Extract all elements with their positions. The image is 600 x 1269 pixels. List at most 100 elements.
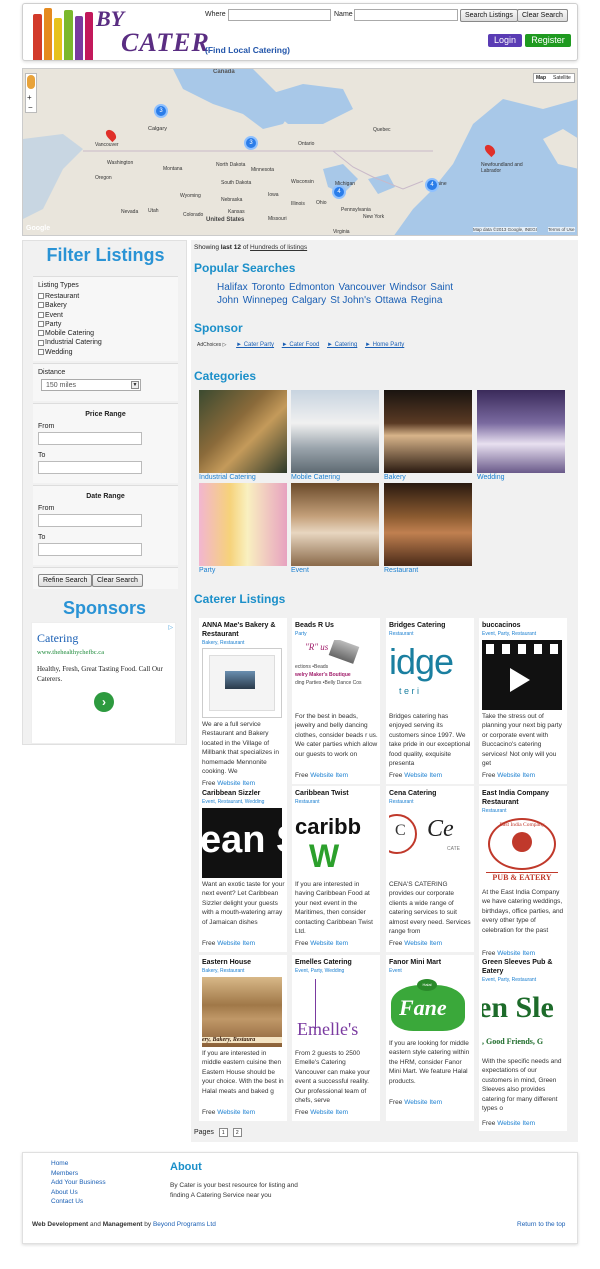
listing-title[interactable]: buccacinos (482, 621, 566, 630)
website-item-link[interactable]: Website Item (497, 1120, 535, 1127)
sponsor-link[interactable]: ► Catering (327, 342, 357, 348)
terms-link[interactable]: Terms of Use (548, 227, 575, 232)
chevron-down-icon[interactable]: ▼ (131, 381, 139, 389)
marker-cluster[interactable]: 3 (244, 136, 258, 150)
ad-url[interactable]: www.thehealthychefbc.ca (37, 649, 104, 656)
website-item-link[interactable]: Website Item (310, 772, 348, 779)
category-tile-restaurant[interactable] (384, 483, 472, 566)
map-type-satellite[interactable]: Satellite (553, 74, 571, 82)
footer-link-home[interactable]: Home (51, 1160, 68, 1167)
map-type-control[interactable]: Map Satellite (533, 73, 575, 83)
sponsor-link[interactable]: ► Cater Food (282, 342, 320, 348)
listing-type-checkbox[interactable]: Restaurant (38, 292, 102, 301)
checkbox-icon[interactable] (38, 348, 44, 355)
listing-title[interactable]: East India Company Restaurant (482, 789, 566, 807)
listing-title[interactable]: Emelles Catering (295, 958, 379, 967)
listing-tags[interactable]: Bakery, Restaurant (202, 968, 244, 974)
adchoices-label[interactable]: AdChoices ▷ (197, 342, 226, 348)
category-label[interactable]: Wedding (477, 474, 505, 481)
category-tile-party[interactable] (199, 483, 287, 566)
listing-title[interactable]: Bridges Catering (389, 621, 473, 630)
listing-tags[interactable]: Party (295, 631, 307, 637)
beyond-programs-link[interactable]: Beyond Programs Ltd (153, 1221, 216, 1228)
category-label[interactable]: Mobile Catering (291, 474, 340, 481)
popular-link[interactable]: Toronto (252, 282, 285, 293)
category-label[interactable]: Restaurant (384, 567, 418, 574)
clear-search-button[interactable]: Clear Search (517, 9, 568, 22)
checkbox-icon[interactable] (38, 302, 44, 309)
date-to-input[interactable] (38, 543, 142, 556)
category-tile-mobile[interactable] (291, 390, 379, 473)
marker-cluster[interactable]: 4 (332, 185, 346, 199)
listing-card[interactable]: Caribbean Twist Restaurant caribb W If y… (292, 786, 380, 952)
distance-select[interactable]: 150 miles ▼ (41, 379, 141, 391)
checkbox-icon[interactable] (38, 321, 44, 328)
listing-title[interactable]: Green Sleeves Pub & Eatery (482, 958, 566, 976)
clapperboard-icon[interactable] (482, 640, 562, 710)
popular-link[interactable]: Edmonton (289, 282, 335, 293)
website-item-link[interactable]: Website Item (404, 940, 442, 947)
listing-card[interactable]: Beads R Us Party "R" us ections •Beads w… (292, 618, 380, 784)
listing-tags[interactable]: Event, Restaurant, Wedding (202, 799, 264, 805)
listings-map[interactable]: + − Map Satellite Canada Calgary Vancouv… (22, 68, 578, 236)
listing-title[interactable]: Fanor Mini Mart (389, 958, 473, 967)
sponsor-ad[interactable]: ▷ Catering www.thehealthychefbc.ca Healt… (31, 622, 176, 744)
website-item-link[interactable]: Website Item (497, 772, 535, 779)
listing-type-checkbox[interactable]: Bakery (38, 301, 102, 310)
listing-card[interactable]: buccacinos Event, Party, Restaurant Take… (479, 618, 567, 784)
popular-link[interactable]: Halifax (217, 282, 248, 293)
checkbox-icon[interactable] (38, 330, 44, 337)
sponsor-link[interactable]: ► Home Party (365, 342, 404, 348)
popular-link[interactable]: Windsor (390, 282, 427, 293)
checkbox-icon[interactable] (38, 311, 44, 318)
where-input[interactable] (228, 9, 331, 21)
category-tile-event[interactable] (291, 483, 379, 566)
footer-link-add-business[interactable]: Add Your Business (51, 1179, 106, 1186)
price-from-input[interactable] (38, 432, 142, 445)
listing-title[interactable]: ANNA Mae's Bakery & Restaurant (202, 621, 286, 639)
footer-link-contact[interactable]: Contact Us (51, 1198, 83, 1205)
clear-search-button[interactable]: Clear Search (92, 574, 143, 587)
listing-image[interactable]: Emelle's (295, 977, 375, 1047)
name-input[interactable] (354, 9, 458, 21)
chevron-right-icon[interactable]: › (94, 692, 114, 712)
category-tile-wedding[interactable] (477, 390, 565, 473)
category-label[interactable]: Bakery (384, 474, 406, 481)
page-button[interactable]: 2 (232, 1128, 242, 1137)
register-button[interactable]: Register (525, 34, 571, 47)
zoom-in-icon[interactable]: + (27, 94, 32, 102)
listing-image[interactable]: C Ce CATE (389, 808, 469, 878)
listing-tags[interactable]: Restaurant (295, 799, 319, 805)
listing-type-checkbox[interactable]: Event (38, 311, 102, 320)
listing-card[interactable]: ANNA Mae's Bakery & Restaurant Bakery, R… (199, 618, 287, 788)
website-item-link[interactable]: Website Item (310, 940, 348, 947)
listing-image[interactable]: caribb W (295, 808, 375, 878)
listing-image[interactable]: ery, Bakery, Restaura (202, 977, 282, 1047)
listing-card[interactable]: Emelles Catering Event, Party, Wedding E… (292, 955, 380, 1121)
listing-card[interactable]: Eastern House Bakery, Restaurant ery, Ba… (199, 955, 287, 1121)
listing-type-checkbox[interactable]: Industrial Catering (38, 338, 102, 347)
zoom-out-icon[interactable]: − (28, 104, 33, 112)
listing-tags[interactable]: Restaurant (389, 631, 413, 637)
website-item-link[interactable]: Website Item (310, 1109, 348, 1116)
listing-type-checkbox[interactable]: Party (38, 320, 102, 329)
category-tile-bakery[interactable] (384, 390, 472, 473)
listing-tags[interactable]: Bakery, Restaurant (202, 640, 244, 646)
popular-link[interactable]: St John's (330, 295, 371, 306)
popular-link[interactable]: Regina (411, 295, 443, 306)
listing-tags[interactable]: Event, Party, Restaurant (482, 631, 536, 637)
back-to-top-link[interactable]: Return to the top (517, 1221, 565, 1228)
adchoices-icon[interactable]: ▷ (168, 624, 173, 631)
listing-card[interactable]: Bridges Catering Restaurant idge t e r i… (386, 618, 474, 784)
listing-image[interactable] (202, 648, 282, 718)
marker-cluster[interactable]: 4 (425, 178, 439, 192)
listing-tags[interactable]: Event, Party, Restaurant (482, 977, 536, 983)
listing-title[interactable]: Beads R Us (295, 621, 379, 630)
price-to-input[interactable] (38, 461, 142, 474)
listing-title[interactable]: Eastern House (202, 958, 286, 967)
map-type-map[interactable]: Map (536, 74, 546, 82)
popular-link[interactable]: Winnepeg (243, 295, 288, 306)
popular-link[interactable]: Calgary (292, 295, 326, 306)
listing-card[interactable]: Caribbean Sizzler Event, Restaurant, Wed… (199, 786, 287, 952)
category-tile-industrial[interactable] (199, 390, 287, 473)
